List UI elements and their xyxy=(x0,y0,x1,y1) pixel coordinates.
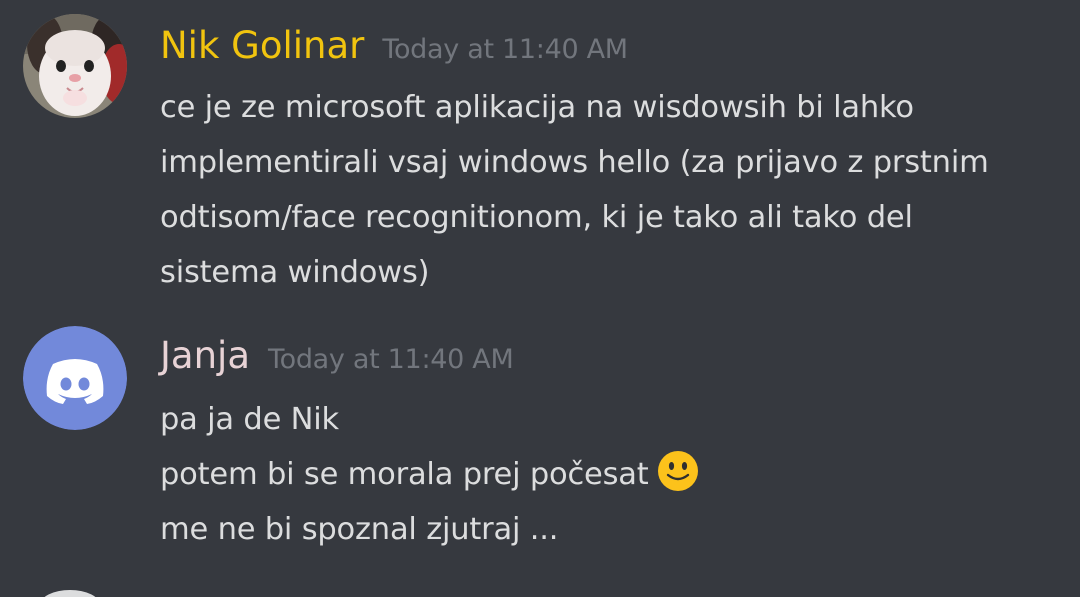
timestamp: Today at 11:40 AM xyxy=(268,344,514,375)
cat-photo-avatar xyxy=(23,14,127,118)
timestamp: Today at 11:40 AM xyxy=(382,34,628,65)
discord-default-avatar xyxy=(23,326,127,430)
message-header: Janja Today at 11:40 AM xyxy=(160,334,514,378)
user-avatar[interactable] xyxy=(23,14,127,118)
message-content: ce je ze microsoft aplikacija na wisdows… xyxy=(160,80,989,300)
message-line: me ne bi spoznal zjutraj ... xyxy=(160,512,559,547)
message-line: pa ja de Nik xyxy=(160,402,339,437)
message-line: potem bi se morala prej počesat xyxy=(160,447,699,502)
message-line: odtisom/face recognitionom, ki je tako a… xyxy=(160,200,913,235)
username[interactable]: Janja xyxy=(160,334,250,378)
user-avatar[interactable] xyxy=(23,326,127,430)
username[interactable]: Nik Golinar xyxy=(160,24,364,68)
slightly-smiling-face-emoji xyxy=(657,450,699,510)
chat-message-list: Nik Golinar Today at 11:40 AM ce je ze m… xyxy=(0,0,1080,597)
message-line: ce je ze microsoft aplikacija na wisdows… xyxy=(160,90,914,125)
next-message-avatar[interactable] xyxy=(40,590,100,597)
message-header: Nik Golinar Today at 11:40 AM xyxy=(160,24,628,68)
message-line: sistema windows) xyxy=(160,255,430,290)
message-content: pa ja de Nik potem bi se morala prej poč… xyxy=(160,392,699,557)
message-line-text: potem bi se morala prej počesat xyxy=(160,457,649,492)
message-line: implementirali vsaj windows hello (za pr… xyxy=(160,145,989,180)
